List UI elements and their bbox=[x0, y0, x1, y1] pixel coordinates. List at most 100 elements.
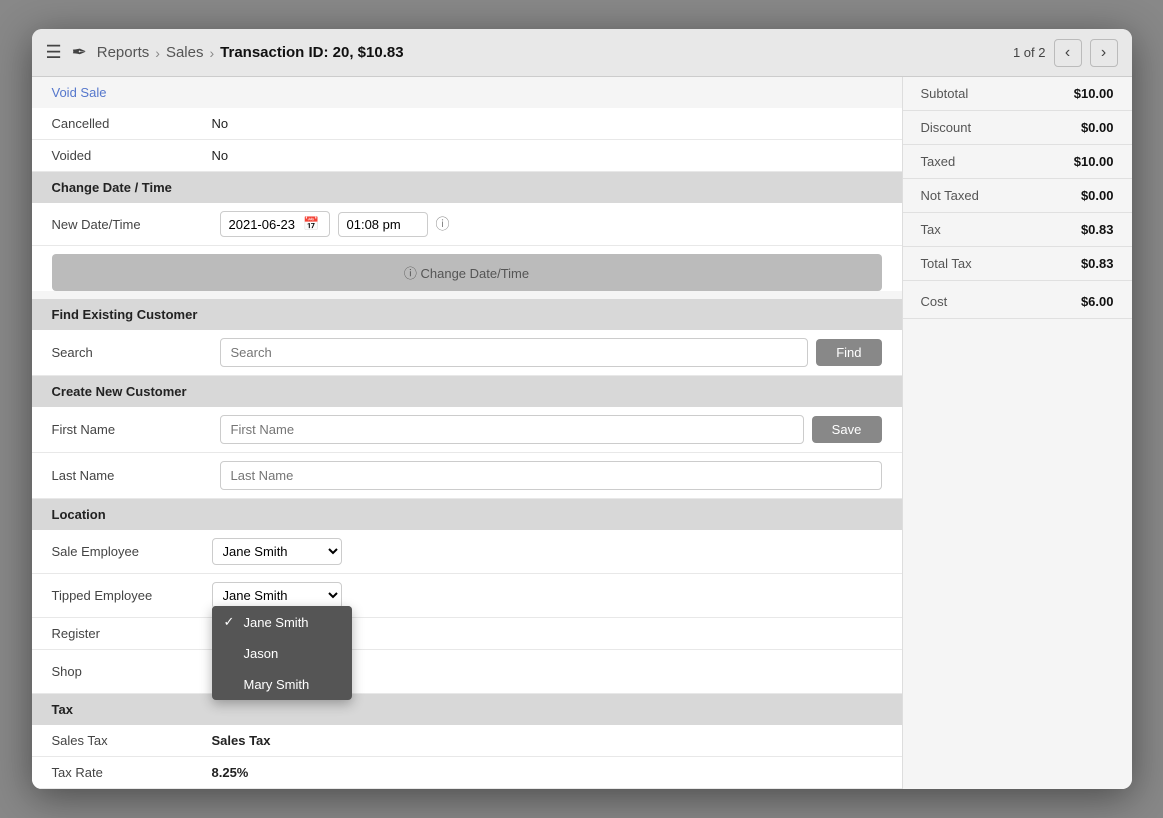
main-layout: Void Sale Cancelled No Voided No Change … bbox=[32, 77, 1132, 789]
tipped-employee-label: Tipped Employee bbox=[52, 588, 212, 603]
time-value: 01:08 pm bbox=[347, 217, 401, 232]
tipped-employee-row: Tipped Employee Jane Smith Jason Mary Sm… bbox=[32, 574, 902, 618]
summary-cost-row: Cost $6.00 bbox=[903, 285, 1132, 319]
last-name-row: Last Name bbox=[32, 453, 902, 499]
chart-icon: ✒ bbox=[72, 42, 87, 63]
next-button[interactable]: › bbox=[1090, 39, 1118, 67]
register-label: Register bbox=[52, 626, 212, 641]
right-panel: Subtotal $10.00 Discount $0.00 Taxed $10… bbox=[902, 77, 1132, 789]
subtotal-value: $10.00 bbox=[1074, 86, 1114, 101]
tipped-option-jane-smith[interactable]: ✓ Jane Smith bbox=[212, 606, 352, 638]
summary-total-tax-row: Total Tax $0.83 bbox=[903, 247, 1132, 281]
location-header: Location bbox=[32, 499, 902, 530]
tipped-option-jane-label: Jane Smith bbox=[244, 615, 309, 630]
shop-row: Shop Gameporium bbox=[32, 650, 902, 694]
tax-rate-label: Tax Rate bbox=[52, 765, 212, 780]
find-customer-section: Search Find bbox=[32, 330, 902, 376]
shop-label: Shop bbox=[52, 664, 212, 679]
sale-employee-select[interactable]: Jane Smith Jason Mary Smith bbox=[212, 538, 342, 565]
cost-value: $6.00 bbox=[1081, 294, 1114, 309]
discount-value: $0.00 bbox=[1081, 120, 1114, 135]
create-customer-header: Create New Customer bbox=[32, 376, 902, 407]
tipped-option-jason-label: Jason bbox=[244, 646, 279, 661]
total-tax-label: Total Tax bbox=[921, 256, 972, 271]
voided-value: No bbox=[212, 148, 229, 163]
search-row: Search Find bbox=[32, 330, 902, 376]
check-empty-1 bbox=[224, 646, 238, 661]
time-input[interactable]: 01:08 pm bbox=[338, 212, 428, 237]
sales-tax-label: Sales Tax bbox=[52, 733, 212, 748]
voided-row: Voided No bbox=[32, 140, 902, 172]
summary-subtotal-row: Subtotal $10.00 bbox=[903, 77, 1132, 111]
last-name-input[interactable] bbox=[220, 461, 882, 490]
sales-tax-value: Sales Tax bbox=[212, 733, 271, 748]
cancelled-row: Cancelled No bbox=[32, 108, 902, 140]
sale-employee-row: Sale Employee Jane Smith Jason Mary Smit… bbox=[32, 530, 902, 574]
last-name-label: Last Name bbox=[52, 468, 212, 483]
not-taxed-label: Not Taxed bbox=[921, 188, 979, 203]
breadcrumb: Reports › Sales › Transaction ID: 20, $1… bbox=[97, 44, 404, 61]
breadcrumb-reports[interactable]: Reports bbox=[97, 44, 150, 61]
not-taxed-value: $0.00 bbox=[1081, 188, 1114, 203]
change-datetime-section: New Date/Time 2021-06-23 📅 01:08 pm ⓘ ⓘ … bbox=[32, 203, 902, 291]
tax-rate-row: Tax Rate 8.25% bbox=[32, 757, 902, 789]
tax-value: $0.83 bbox=[1081, 222, 1114, 237]
prev-button[interactable]: ‹ bbox=[1054, 39, 1082, 67]
register-row: Register bbox=[32, 618, 902, 650]
check-icon: ✓ bbox=[224, 614, 238, 630]
tipped-employee-dropdown[interactable]: Jane Smith Jason Mary Smith ✓ Jane Smith bbox=[212, 582, 342, 609]
status-section: Cancelled No Voided No bbox=[32, 108, 902, 172]
titlebar-right: 1 of 2 ‹ › bbox=[1013, 39, 1118, 67]
tax-header: Tax bbox=[32, 694, 902, 725]
breadcrumb-sales[interactable]: Sales bbox=[166, 44, 204, 61]
tipped-employee-select[interactable]: Jane Smith Jason Mary Smith bbox=[212, 582, 342, 609]
taxed-value: $10.00 bbox=[1074, 154, 1114, 169]
tax-rate-value: 8.25% bbox=[212, 765, 249, 780]
first-name-input[interactable] bbox=[220, 415, 804, 444]
tax-label: Tax bbox=[921, 222, 941, 237]
first-name-label: First Name bbox=[52, 422, 212, 437]
titlebar-left: ☰ ✒ Reports › Sales › Transaction ID: 20… bbox=[46, 42, 1013, 63]
tipped-option-mary-smith[interactable]: Mary Smith bbox=[212, 669, 352, 700]
date-input[interactable]: 2021-06-23 📅 bbox=[220, 211, 330, 237]
left-panel: Void Sale Cancelled No Voided No Change … bbox=[32, 77, 902, 789]
find-button[interactable]: Find bbox=[816, 339, 881, 366]
summary-discount-row: Discount $0.00 bbox=[903, 111, 1132, 145]
tipped-employee-dropdown-list: ✓ Jane Smith Jason Mary Smith bbox=[212, 606, 352, 700]
subtotal-label: Subtotal bbox=[921, 86, 969, 101]
breadcrumb-sep-1: › bbox=[155, 45, 160, 61]
info-icon: ⓘ bbox=[436, 214, 450, 234]
summary-table: Subtotal $10.00 Discount $0.00 Taxed $10… bbox=[903, 77, 1132, 319]
app-window: ☰ ✒ Reports › Sales › Transaction ID: 20… bbox=[32, 29, 1132, 789]
search-label: Search bbox=[52, 345, 212, 360]
tipped-option-mary-label: Mary Smith bbox=[244, 677, 310, 692]
search-input[interactable] bbox=[220, 338, 809, 367]
change-datetime-header: Change Date / Time bbox=[32, 172, 902, 203]
tipped-option-jason[interactable]: Jason bbox=[212, 638, 352, 669]
summary-tax-row: Tax $0.83 bbox=[903, 213, 1132, 247]
datetime-row: New Date/Time 2021-06-23 📅 01:08 pm ⓘ bbox=[32, 203, 902, 246]
titlebar: ☰ ✒ Reports › Sales › Transaction ID: 20… bbox=[32, 29, 1132, 77]
change-datetime-button[interactable]: ⓘ Change Date/Time bbox=[52, 254, 882, 291]
taxed-label: Taxed bbox=[921, 154, 956, 169]
cancelled-value: No bbox=[212, 116, 229, 131]
pagination-label: 1 of 2 bbox=[1013, 45, 1046, 60]
hamburger-icon[interactable]: ☰ bbox=[46, 42, 62, 63]
sale-employee-label: Sale Employee bbox=[52, 544, 212, 559]
cost-label: Cost bbox=[921, 294, 948, 309]
voided-label: Voided bbox=[52, 148, 212, 163]
location-section: Sale Employee Jane Smith Jason Mary Smit… bbox=[32, 530, 902, 694]
discount-label: Discount bbox=[921, 120, 972, 135]
datetime-label: New Date/Time bbox=[52, 217, 212, 232]
calendar-icon[interactable]: 📅 bbox=[303, 216, 319, 232]
sales-tax-row: Sales Tax Sales Tax bbox=[32, 725, 902, 757]
save-customer-button[interactable]: Save bbox=[812, 416, 882, 443]
tax-section: Sales Tax Sales Tax Tax Rate 8.25% bbox=[32, 725, 902, 789]
create-customer-section: First Name Save Last Name bbox=[32, 407, 902, 499]
check-empty-2 bbox=[224, 677, 238, 692]
void-sale-link[interactable]: Void Sale bbox=[32, 77, 902, 108]
first-name-row: First Name Save bbox=[32, 407, 902, 453]
total-tax-value: $0.83 bbox=[1081, 256, 1114, 271]
summary-not-taxed-row: Not Taxed $0.00 bbox=[903, 179, 1132, 213]
breadcrumb-sep-2: › bbox=[209, 45, 214, 61]
